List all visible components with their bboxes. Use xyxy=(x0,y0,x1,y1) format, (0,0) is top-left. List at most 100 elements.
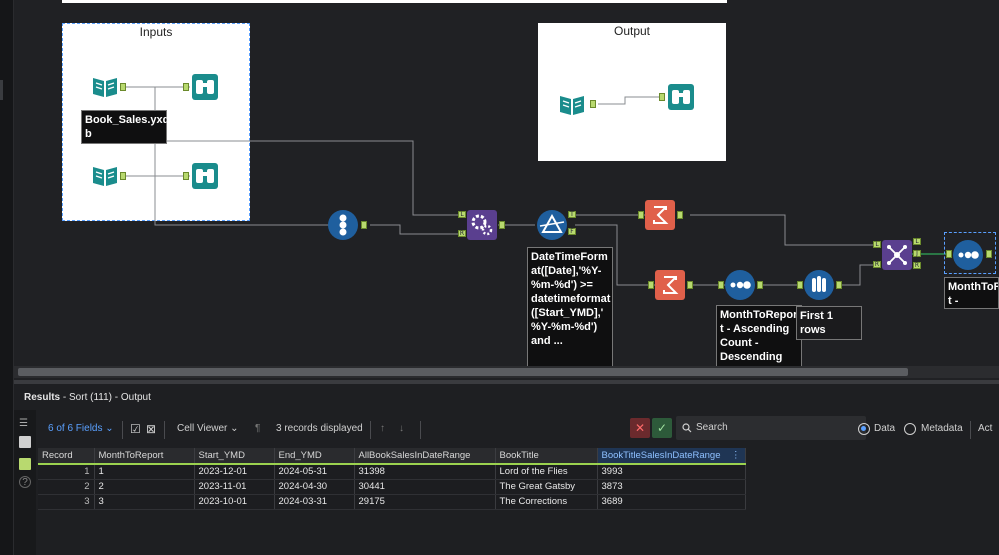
input-anchor[interactable] xyxy=(797,281,803,289)
join-left-anchor[interactable]: L xyxy=(873,241,881,248)
numbered-list-icon xyxy=(339,214,347,236)
table-row[interactable]: 2 2 2023-11-01 2024-04-30 30441 The Grea… xyxy=(38,479,746,495)
input-anchor-right[interactable]: R xyxy=(458,230,466,237)
table-cell[interactable]: 2024-04-30 xyxy=(274,479,355,495)
data-radio-label[interactable]: Data xyxy=(874,414,895,444)
browse-tool-2[interactable] xyxy=(190,161,220,191)
join-right-anchor[interactable]: R xyxy=(873,261,881,268)
output-anchor[interactable] xyxy=(677,211,683,219)
column-header[interactable]: AllBookSalesInDateRange xyxy=(354,448,496,465)
sample-tool[interactable] xyxy=(804,270,834,300)
column-header[interactable]: BookTitle xyxy=(495,448,598,465)
table-cell[interactable]: 3 xyxy=(94,494,195,510)
input-anchor-left[interactable]: L xyxy=(458,211,466,218)
table-cell[interactable]: 2024-05-31 xyxy=(274,464,355,480)
table-cell[interactable]: The Corrections xyxy=(495,494,598,510)
search-input[interactable]: Search xyxy=(676,416,866,440)
input-anchor[interactable] xyxy=(648,281,654,289)
table-cell[interactable]: 3873 xyxy=(597,479,746,495)
table-cell[interactable]: The Great Gatsby xyxy=(495,479,598,495)
join-icon xyxy=(887,245,907,265)
table-cell[interactable]: 2024-03-31 xyxy=(274,494,355,510)
table-cell[interactable]: 3993 xyxy=(597,464,746,480)
filter-tool[interactable] xyxy=(537,210,567,240)
close-box-icon[interactable]: ⊠ xyxy=(146,414,156,444)
table-cell[interactable]: 2 xyxy=(94,479,195,495)
list-icon[interactable]: ☰ xyxy=(19,418,31,430)
table-cell[interactable]: Lord of the Flies xyxy=(495,464,598,480)
output-browse-tool[interactable] xyxy=(666,82,696,112)
input-anchor[interactable] xyxy=(946,250,952,258)
metadata-radio[interactable] xyxy=(904,423,916,435)
message-icon[interactable] xyxy=(19,436,31,448)
sort-tool[interactable] xyxy=(725,270,755,300)
true-anchor[interactable]: T xyxy=(568,211,576,218)
filter-prism-icon xyxy=(539,213,565,233)
output-anchor[interactable] xyxy=(687,281,693,289)
input-anchor[interactable] xyxy=(659,93,665,101)
scrollbar-thumb[interactable] xyxy=(18,368,908,376)
column-header[interactable]: End_YMD xyxy=(274,448,355,465)
table-row[interactable]: 1 1 2023-12-01 2024-05-31 31398 Lord of … xyxy=(38,464,746,480)
canvas-horizontal-scrollbar[interactable] xyxy=(14,366,999,378)
output-anchor[interactable] xyxy=(361,221,367,229)
browse-tool[interactable] xyxy=(190,72,220,102)
table-cell[interactable]: 3689 xyxy=(597,494,746,510)
output-anchor[interactable] xyxy=(120,172,126,180)
false-anchor[interactable]: F xyxy=(568,228,576,235)
record-id-tool[interactable] xyxy=(328,210,358,240)
summarize-tool[interactable] xyxy=(645,200,675,230)
column-header[interactable]: MonthToReport xyxy=(94,448,195,465)
actions-menu[interactable]: Act xyxy=(978,414,992,444)
join-r-output[interactable]: R xyxy=(913,262,921,269)
clear-filter-button[interactable]: ✕ xyxy=(630,418,650,438)
metadata-radio-label[interactable]: Metadata xyxy=(921,414,963,444)
fields-selector[interactable]: 6 of 6 Fields ⌄ xyxy=(48,414,114,444)
output-anchor[interactable] xyxy=(836,281,842,289)
apply-filter-button[interactable]: ✓ xyxy=(652,418,672,438)
input-anchor[interactable] xyxy=(183,83,189,91)
input-anchor[interactable] xyxy=(183,172,189,180)
table-cell[interactable]: 2023-10-01 xyxy=(194,494,275,510)
output-anchor[interactable] xyxy=(120,83,126,91)
join-l-output[interactable]: L xyxy=(913,238,921,245)
cell-viewer-dropdown[interactable]: Cell Viewer ⌄ xyxy=(177,414,239,444)
data-radio[interactable] xyxy=(858,423,870,435)
input-anchor[interactable] xyxy=(718,281,724,289)
record-cell: 2 xyxy=(38,479,95,495)
column-header[interactable]: Record xyxy=(38,448,95,465)
output-input-tool[interactable] xyxy=(557,90,587,120)
table-cell[interactable]: 1 xyxy=(94,464,195,480)
join-j-output[interactable]: J xyxy=(913,250,921,257)
help-icon[interactable]: ? xyxy=(19,476,31,488)
output-anchor[interactable] xyxy=(499,221,505,229)
table-cell[interactable]: 2023-12-01 xyxy=(194,464,275,480)
pilcrow-icon[interactable]: ¶ xyxy=(255,414,260,444)
table-cell[interactable]: 29175 xyxy=(354,494,496,510)
output-anchor[interactable] xyxy=(986,250,992,258)
input-data-tool-2[interactable] xyxy=(90,161,120,191)
sort-tool-selected[interactable] xyxy=(953,240,983,270)
data-anchor-icon[interactable] xyxy=(19,458,31,470)
output-anchor[interactable] xyxy=(757,281,763,289)
join-tool[interactable] xyxy=(882,240,912,270)
column-header[interactable]: Start_YMD xyxy=(194,448,275,465)
summarize-tool-2[interactable] xyxy=(655,270,685,300)
checkbox-icon[interactable]: ☑ xyxy=(130,414,141,444)
check-icon: ✓ xyxy=(656,421,668,435)
table-row[interactable]: 3 3 2023-10-01 2024-03-31 29175 The Corr… xyxy=(38,494,746,510)
column-header-selected[interactable]: BookTitleSalesInDateRange ⋮ xyxy=(597,448,746,465)
table-cell[interactable]: 30441 xyxy=(354,479,496,495)
arrow-down-icon[interactable]: ↓ xyxy=(399,414,404,444)
input-anchor[interactable] xyxy=(638,211,644,219)
table-cell[interactable]: 31398 xyxy=(354,464,496,480)
workflow-canvas[interactable]: Inputs Output Book_Sales.yxd b L R T F D… xyxy=(0,0,999,380)
append-fields-tool[interactable] xyxy=(467,210,497,240)
input-data-tool[interactable] xyxy=(90,72,120,102)
book-icon xyxy=(560,96,584,115)
rail-marker xyxy=(0,80,3,100)
output-anchor[interactable] xyxy=(590,100,596,108)
table-cell[interactable]: 2023-11-01 xyxy=(194,479,275,495)
more-vertical-icon[interactable]: ⋮ xyxy=(731,450,741,461)
arrow-up-icon[interactable]: ↑ xyxy=(380,414,385,444)
